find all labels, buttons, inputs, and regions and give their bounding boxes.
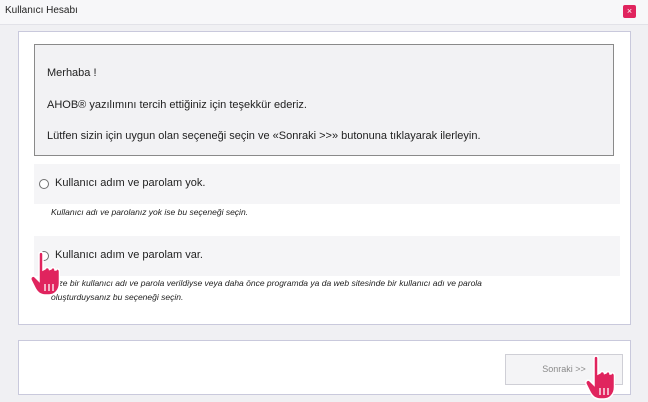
hand-pointer-icon [30,251,60,296]
option-has-account-hint-2: oluşturduysanız bu seçeneği seçin. [51,292,184,302]
greeting-line-3: Lütfen sizin için uygun olan seçeneği se… [47,130,481,142]
title-bar: Kullanıcı Hesabı × [0,0,648,25]
option-has-account-label[interactable]: Kullanıcı adım ve parolam var. [55,249,203,261]
option-has-account-hint-1: Size bir kullanıcı adı ve parola verildi… [51,278,482,288]
option-no-account-hint: Kullanıcı adı ve parolanız yok ise bu se… [51,207,249,217]
window-title: Kullanıcı Hesabı [5,5,78,16]
close-button[interactable]: × [623,5,636,18]
greeting-line-2: AHOB® yazılımını tercih ettiğiniz için t… [47,99,307,111]
footer-panel: Sonraki >> [18,340,631,395]
greeting-box: Merhaba ! AHOB® yazılımını tercih ettiği… [34,44,614,156]
greeting-line-1: Merhaba ! [47,67,97,79]
hand-pointer-icon-2 [585,355,615,400]
main-panel: Merhaba ! AHOB® yazılımını tercih ettiği… [18,31,631,325]
option-no-account[interactable]: Kullanıcı adım ve parolam yok. [34,164,620,204]
option-has-account[interactable]: Kullanıcı adım ve parolam var. [34,236,620,276]
radio-no-account[interactable] [39,179,49,189]
option-no-account-label[interactable]: Kullanıcı adım ve parolam yok. [55,177,205,189]
